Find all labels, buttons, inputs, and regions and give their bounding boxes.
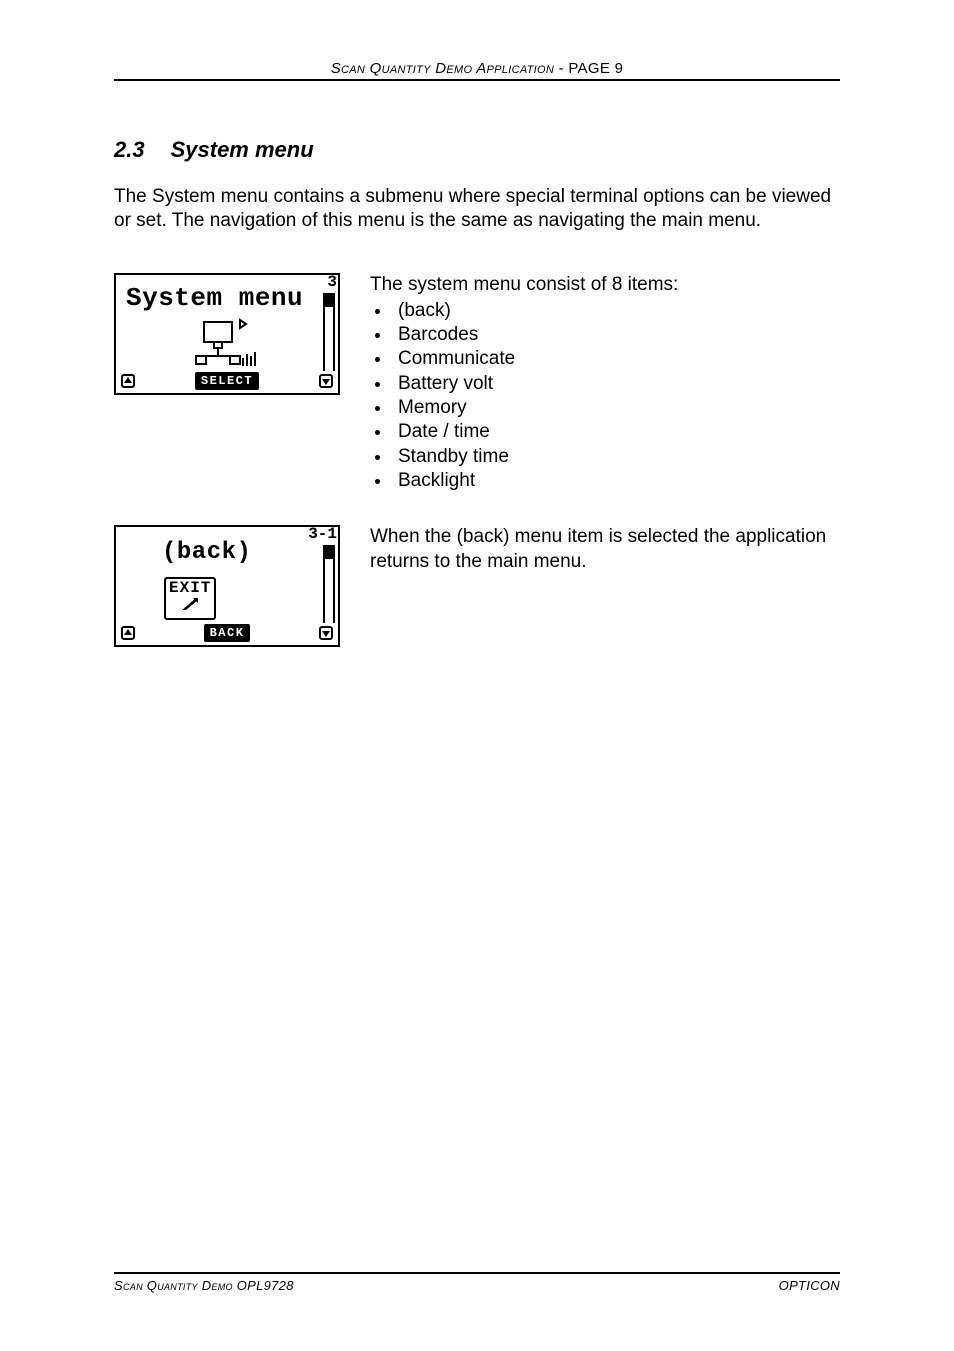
down-arrow-icon: [318, 625, 334, 641]
intro-paragraph: The System menu contains a submenu where…: [114, 185, 840, 233]
list-item: Battery volt: [392, 372, 678, 396]
page-footer: Scan Quantity Demo OPL9728 OPTICON: [114, 1272, 840, 1293]
exit-arrow-icon: [169, 596, 211, 616]
section-heading: 2.3 System menu: [114, 137, 840, 163]
lcd-title: System menu: [126, 283, 303, 313]
up-arrow-icon: [120, 373, 136, 389]
lcd-screenshot-back: 3-1 (back) .lcd:nth-of-type(2) .scrollba…: [114, 525, 340, 647]
menu-items-list: (back) Barcodes Communicate Battery volt…: [370, 299, 678, 494]
list-item: Date / time: [392, 420, 678, 444]
header-title: Scan Quantity Demo Application: [331, 60, 554, 77]
header-page: PAGE 9: [568, 60, 623, 77]
lcd-softkey-label: SELECT: [195, 372, 259, 390]
list-item: (back): [392, 299, 678, 323]
page-header: Scan Quantity Demo Application - PAGE 9: [114, 60, 840, 81]
row-system-menu: 3 System menu: [114, 273, 840, 494]
exit-label: EXIT: [169, 580, 211, 596]
system-menu-description: The system menu consist of 8 items: (bac…: [370, 273, 678, 494]
section-title: System menu: [171, 137, 314, 163]
back-item-description: When the (back) menu item is selected th…: [370, 525, 840, 574]
list-item: Barcodes: [392, 323, 678, 347]
row-back-item: 3-1 (back) .lcd:nth-of-type(2) .scrollba…: [114, 525, 840, 647]
down-arrow-icon: [318, 373, 334, 389]
list-item: Standby time: [392, 445, 678, 469]
list-lead: The system menu consist of 8 items:: [370, 273, 678, 297]
lcd-title: (back): [162, 539, 251, 566]
lcd-softkey-label: BACK: [204, 624, 251, 642]
exit-icon-box: EXIT: [116, 573, 338, 623]
up-arrow-icon: [120, 625, 136, 641]
section-number: 2.3: [114, 137, 145, 163]
list-item: Memory: [392, 396, 678, 420]
footer-left: Scan Quantity Demo OPL9728: [114, 1278, 294, 1293]
header-sep: -: [554, 60, 568, 77]
lcd-index: 3: [325, 274, 339, 290]
lcd-center-icon: [116, 317, 338, 367]
list-item: Communicate: [392, 347, 678, 371]
footer-right: OPTICON: [779, 1278, 840, 1293]
list-item: Backlight: [392, 469, 678, 493]
lcd-screenshot-system: 3 System menu: [114, 273, 340, 395]
lcd-index: 3-1: [306, 526, 339, 542]
